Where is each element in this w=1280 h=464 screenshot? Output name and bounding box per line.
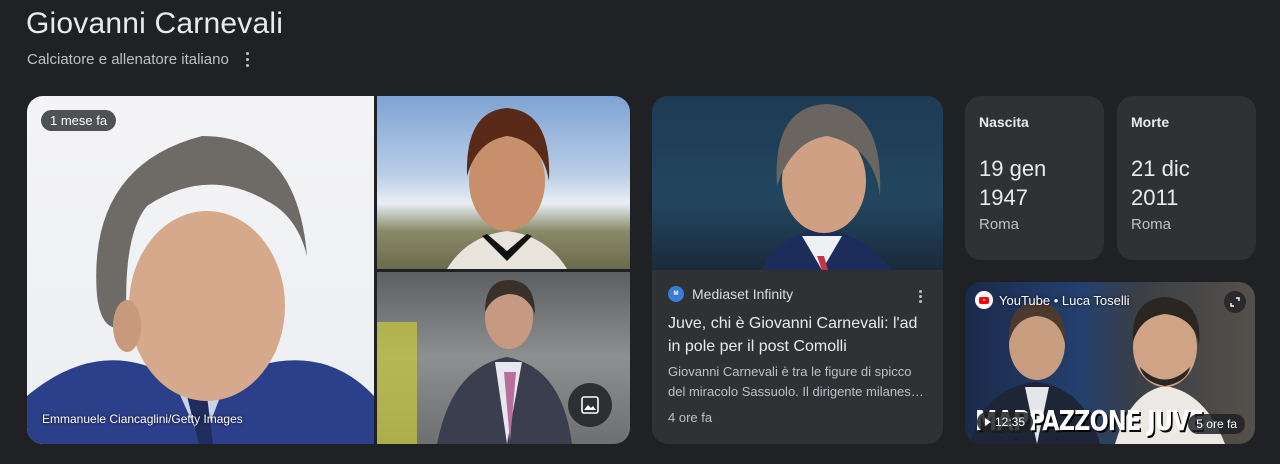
death-place: Roma [1131,216,1172,233]
news-title[interactable]: Juve, chi è Giovanni Carnevali: l'ad in … [668,312,930,358]
video-card[interactable]: YouTube • Luca Toselli MAPPAZZONE JUVE 1… [965,282,1255,444]
death-label: Morte [1131,114,1170,130]
death-tile[interactable]: Morte 21 dic 2011 Roma [1117,96,1256,260]
news-snippet: Giovanni Carnevali è tra le figure di sp… [668,362,928,402]
page-title: Giovanni Carnevali [26,7,284,40]
video-channel: YouTube • Luca Toselli [999,292,1130,308]
birth-date: 19 gen 1947 [979,154,1090,212]
news-portrait-illustration [762,104,892,270]
portrait-illustration [27,136,374,444]
play-icon [985,418,991,426]
source-logo-icon: M [668,286,684,302]
birth-place: Roma [979,216,1020,233]
news-source: M Mediaset Infinity [668,286,793,302]
youtube-icon [975,291,993,309]
birth-date-day: 19 gen [979,156,1047,181]
death-date-day: 21 dic [1131,156,1190,181]
snippet-line: Giovanni Carnevali è tra le figure di sp… [668,364,912,379]
more-options-icon[interactable] [241,49,255,69]
vintage-portrait-illustration [447,108,567,269]
more-images-button[interactable] [568,383,612,427]
birth-date-year: 1947 [979,185,1028,210]
main-photo[interactable]: 1 mese fa Emmanuele Ciancaglini/Getty Im… [27,96,374,444]
news-time: 4 ore fa [668,410,713,425]
death-date-year: 2011 [1131,185,1179,210]
news-image [652,96,943,270]
vintage-photo[interactable] [377,96,630,269]
snippet-line: del miracolo Sassuolo. Il dirigente mila… [668,384,928,399]
suit-photo[interactable] [377,272,630,444]
birth-label: Nascita [979,114,1029,130]
death-date: 21 dic 2011 [1131,154,1242,212]
photo-credit: Emmanuele Ciancaglini/Getty Images [42,412,243,426]
video-duration: 12:35 [977,412,1034,432]
duration-text: 12:35 [995,415,1026,429]
page-subtitle: Calciatore e allenatore italiano [27,50,229,68]
time-badge: 1 mese fa [41,110,117,131]
expand-arrows-icon [1230,297,1240,307]
card-more-icon[interactable] [915,289,925,303]
birth-tile[interactable]: Nascita 19 gen 1947 Roma [965,96,1104,260]
subtitle-row: Calciatore e allenatore italiano [27,49,255,69]
video-time: 5 ore fa [1188,414,1245,434]
image-icon [581,396,599,414]
expand-icon[interactable] [1224,291,1246,313]
news-card[interactable]: M Mediaset Infinity Juve, chi è Giovanni… [652,96,943,444]
video-source: YouTube • Luca Toselli [975,291,1130,309]
source-name: Mediaset Infinity [692,286,794,302]
